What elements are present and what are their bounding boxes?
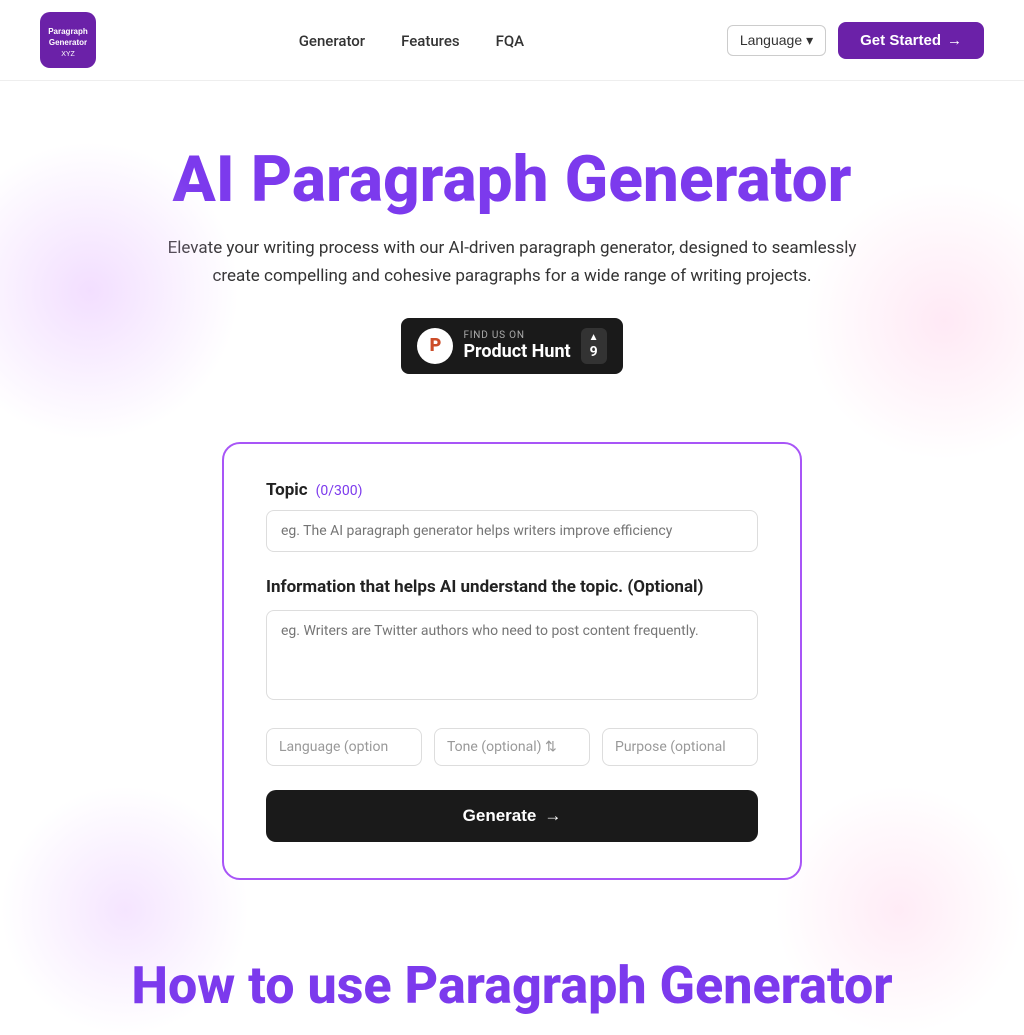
info-label: Information that helps AI understand the… <box>266 576 758 600</box>
vote-count: 9 <box>590 344 598 360</box>
nav-fqa[interactable]: FQA <box>496 32 525 50</box>
purpose-select[interactable]: Purpose (optional <box>602 728 758 766</box>
topic-label: Topic <box>266 480 308 500</box>
language-button[interactable]: Language ▾ <box>727 25 826 56</box>
product-hunt-votes: ▲ 9 <box>581 328 607 364</box>
hero-subtitle: Elevate your writing process with our AI… <box>162 235 862 289</box>
generator-form-card: Topic (0/300) Information that helps AI … <box>222 442 802 880</box>
dropdowns-row: Language (option Tone (optional) ⇅ Purpo… <box>266 728 758 766</box>
arrow-right-icon: → <box>947 32 962 49</box>
product-hunt-find-label: FIND US ON <box>463 330 524 341</box>
topic-counter: (0/300) <box>316 483 363 499</box>
product-hunt-badge[interactable]: P FIND US ON Product Hunt ▲ 9 <box>401 318 622 374</box>
product-hunt-logo: P <box>417 328 453 364</box>
product-hunt-name: Product Hunt <box>463 341 570 362</box>
bottom-heading-section: How to use Paragraph Generator <box>0 916 1024 1035</box>
topic-field-group: Topic (0/300) <box>266 480 758 552</box>
generate-label: Generate <box>463 806 537 826</box>
svg-text:XYZ: XYZ <box>61 51 75 58</box>
language-label: Language <box>740 32 802 48</box>
info-field-group: Information that helps AI understand the… <box>266 576 758 704</box>
language-select[interactable]: Language (option <box>266 728 422 766</box>
upvote-arrow-icon: ▲ <box>589 332 599 343</box>
navbar: Paragraph Generator XYZ Generator Featur… <box>0 0 1024 81</box>
page-content: AI Paragraph Generator Elevate your writ… <box>0 81 1024 1035</box>
get-started-label: Get Started <box>860 32 941 49</box>
tone-select[interactable]: Tone (optional) ⇅ <box>434 728 590 766</box>
chevron-down-icon: ▾ <box>806 32 813 49</box>
how-to-use-heading: How to use Paragraph Generator <box>20 956 1004 1016</box>
nav-features[interactable]: Features <box>401 32 459 50</box>
logo-icon: Paragraph Generator XYZ <box>40 12 96 68</box>
topic-input[interactable] <box>266 510 758 552</box>
svg-text:Paragraph: Paragraph <box>48 27 88 36</box>
get-started-button[interactable]: Get Started → <box>838 22 984 59</box>
nav-generator[interactable]: Generator <box>299 32 365 50</box>
generate-button[interactable]: Generate → <box>266 790 758 842</box>
topic-label-row: Topic (0/300) <box>266 480 758 500</box>
svg-text:Generator: Generator <box>49 38 87 47</box>
nav-links: Generator Features FQA <box>299 31 524 50</box>
hero-title: AI Paragraph Generator <box>20 145 1004 215</box>
info-textarea[interactable] <box>266 610 758 700</box>
product-hunt-text: FIND US ON Product Hunt <box>463 330 570 362</box>
generate-arrow-icon: → <box>544 806 561 826</box>
nav-actions: Language ▾ Get Started → <box>727 22 984 59</box>
logo[interactable]: Paragraph Generator XYZ <box>40 12 96 68</box>
hero-section: AI Paragraph Generator Elevate your writ… <box>0 81 1024 406</box>
